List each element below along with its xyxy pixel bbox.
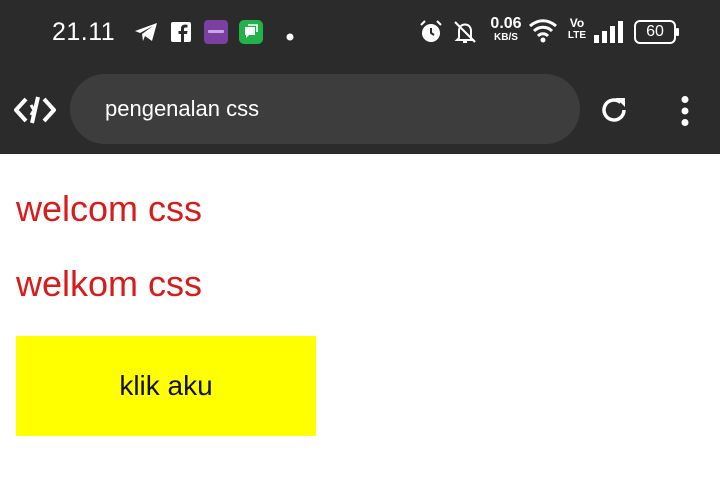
browser-toolbar: pengenalan css xyxy=(0,64,720,154)
url-text: pengenalan css xyxy=(105,96,260,121)
page-content: welcom css welkom css klik aku xyxy=(0,154,720,490)
volte-bottom: LTE xyxy=(567,30,587,41)
reload-icon[interactable] xyxy=(598,94,630,131)
menu-icon[interactable] xyxy=(680,96,690,131)
net-speed-value: 0.06 xyxy=(490,15,522,32)
code-icon[interactable] xyxy=(14,95,56,130)
signal-icon xyxy=(594,21,624,48)
messages-icon xyxy=(239,20,263,49)
facebook-icon xyxy=(171,22,191,47)
status-bar: 21.11 0.06 KB/S Vo LTE 60 xyxy=(0,0,720,64)
heading-welcom: welcom css xyxy=(16,188,203,229)
dot-icon xyxy=(286,28,294,46)
telegram-icon xyxy=(134,22,158,47)
alarm-icon xyxy=(419,20,443,49)
klik-aku-button[interactable]: klik aku xyxy=(16,336,316,436)
url-bar[interactable]: pengenalan css xyxy=(70,74,580,144)
volte-top: Vo xyxy=(569,16,585,30)
silent-icon xyxy=(452,20,478,49)
battery-level: 60 xyxy=(646,23,664,40)
status-time: 21.11 xyxy=(52,18,116,46)
heading-welkom: welkom css xyxy=(16,263,203,304)
app-icon xyxy=(204,20,228,49)
net-speed-unit: KB/S xyxy=(494,32,518,43)
wifi-icon xyxy=(528,18,558,49)
